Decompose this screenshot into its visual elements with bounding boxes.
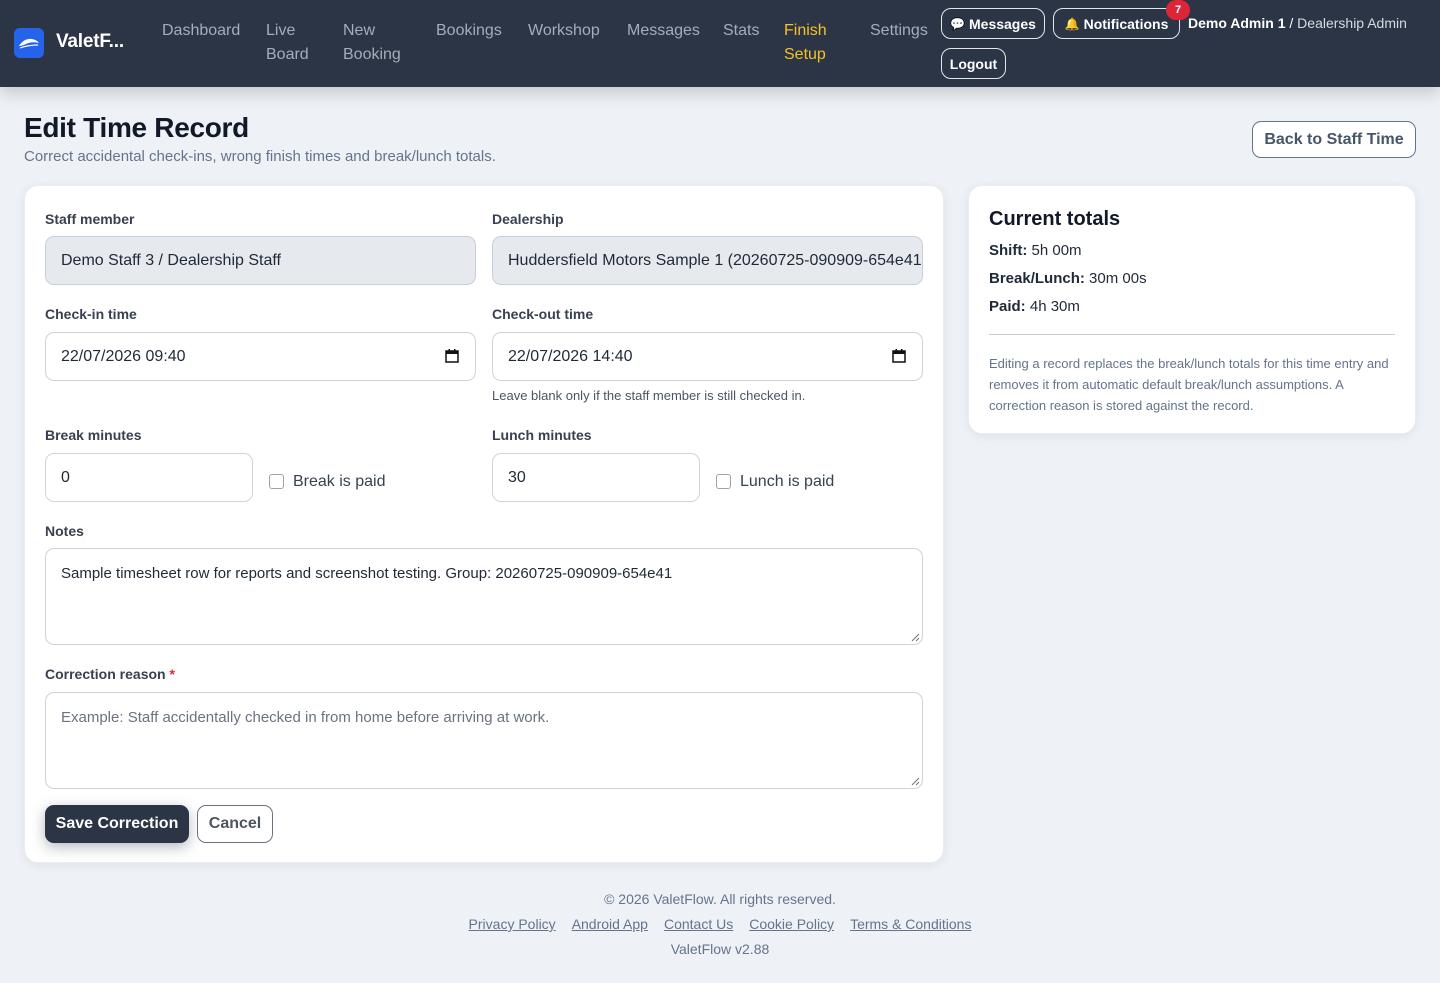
back-to-staff-time-button[interactable]: Back to Staff Time xyxy=(1252,121,1416,158)
nav-workshop[interactable]: Workshop xyxy=(528,19,600,43)
speech-bubble-icon: 💬 xyxy=(950,16,965,31)
lunch-minutes-label: Lunch minutes xyxy=(492,427,592,443)
break-is-paid-checkbox[interactable] xyxy=(269,474,284,489)
resize-handle-icon[interactable] xyxy=(911,777,920,786)
notifications-button[interactable]: 🔔 Notifications xyxy=(1053,8,1180,39)
user-label: Demo Admin 1 / Dealership Admin xyxy=(1188,15,1407,31)
privacy-policy-link[interactable]: Privacy Policy xyxy=(469,916,556,932)
totals-divider xyxy=(989,334,1395,335)
save-correction-button[interactable]: Save Correction xyxy=(45,805,189,843)
brand-name[interactable]: ValetF... xyxy=(56,31,124,53)
calendar-icon[interactable] xyxy=(445,349,459,363)
footer-version: ValetFlow v2.88 xyxy=(670,941,770,957)
totals-info-note: Editing a record replaces the break/lunc… xyxy=(989,356,1389,413)
break-minutes-label: Break minutes xyxy=(45,427,142,443)
correction-reason-label: Correction reason * xyxy=(45,666,175,682)
check-out-label: Check-out time xyxy=(492,306,594,322)
nav-new-booking[interactable]: New Booking xyxy=(343,19,401,67)
required-asterisk: * xyxy=(169,666,175,682)
totals-title: Current totals xyxy=(989,208,1121,230)
dealership-field: Huddersfield Motors Sample 1 (20260725-0… xyxy=(492,236,923,285)
lunch-is-paid-label[interactable]: Lunch is paid xyxy=(740,473,834,491)
page-title: Edit Time Record xyxy=(24,112,249,143)
break-minutes-input[interactable]: 0 xyxy=(45,453,253,502)
staff-member-field: Demo Staff 3 / Dealership Staff xyxy=(45,236,476,285)
edit-time-record-form: Staff member Demo Staff 3 / Dealership S… xyxy=(24,185,944,863)
correction-reason-textarea[interactable]: Example: Staff accidentally checked in f… xyxy=(45,692,923,789)
staff-member-label: Staff member xyxy=(45,211,135,227)
check-in-label: Check-in time xyxy=(45,306,137,322)
nav-messages[interactable]: Messages xyxy=(627,19,700,43)
break-lunch-total: Break/Lunch: 30m 00s xyxy=(989,270,1147,287)
nav-dashboard[interactable]: Dashboard xyxy=(162,19,240,43)
resize-handle-icon[interactable] xyxy=(911,633,920,642)
lunch-minutes-input[interactable]: 30 xyxy=(492,453,700,502)
nav-settings[interactable]: Settings xyxy=(870,19,928,43)
check-out-help-text: Leave blank only if the staff member is … xyxy=(492,388,806,403)
logout-button[interactable]: Logout xyxy=(941,48,1006,79)
paid-total: Paid: 4h 30m xyxy=(989,298,1080,315)
current-totals-panel: Current totals Shift: 5h 00m Break/Lunch… xyxy=(968,185,1416,434)
shift-total: Shift: 5h 00m xyxy=(989,242,1082,259)
break-is-paid-label[interactable]: Break is paid xyxy=(293,473,386,491)
notes-label: Notes xyxy=(45,523,84,539)
cancel-button[interactable]: Cancel xyxy=(197,805,273,843)
notes-textarea[interactable]: Sample timesheet row for reports and scr… xyxy=(45,548,923,645)
contact-us-link[interactable]: Contact Us xyxy=(664,916,733,932)
messages-button[interactable]: 💬 Messages xyxy=(941,8,1045,39)
footer-copyright: © 2026 ValetFlow. All rights reserved. xyxy=(604,891,836,907)
footer-links: Privacy Policy Android App Contact Us Co… xyxy=(0,916,1440,932)
terms-conditions-link[interactable]: Terms & Conditions xyxy=(850,916,971,932)
check-in-datetime-input[interactable]: 22/07/2026 09:40 xyxy=(45,332,476,381)
top-navbar: ValetF... Dashboard Live Board New Booking… xyxy=(0,0,1440,87)
lunch-is-paid-checkbox[interactable] xyxy=(716,474,731,489)
bell-icon: 🔔 xyxy=(1064,16,1080,31)
page-subtitle: Correct accidental check-ins, wrong fini… xyxy=(24,148,496,165)
nav-stats[interactable]: Stats xyxy=(723,19,759,43)
nav-finish-setup[interactable]: Finish Setup xyxy=(784,19,827,67)
brand-logo-icon[interactable] xyxy=(14,28,44,58)
dealership-label: Dealership xyxy=(492,211,564,227)
calendar-icon[interactable] xyxy=(892,349,906,363)
cookie-policy-link[interactable]: Cookie Policy xyxy=(749,916,834,932)
android-app-link[interactable]: Android App xyxy=(572,916,648,932)
check-out-datetime-input[interactable]: 22/07/2026 14:40 xyxy=(492,332,923,381)
notifications-count-badge: 7 xyxy=(1166,0,1190,20)
nav-bookings[interactable]: Bookings xyxy=(436,19,502,43)
nav-live-board[interactable]: Live Board xyxy=(266,19,309,67)
